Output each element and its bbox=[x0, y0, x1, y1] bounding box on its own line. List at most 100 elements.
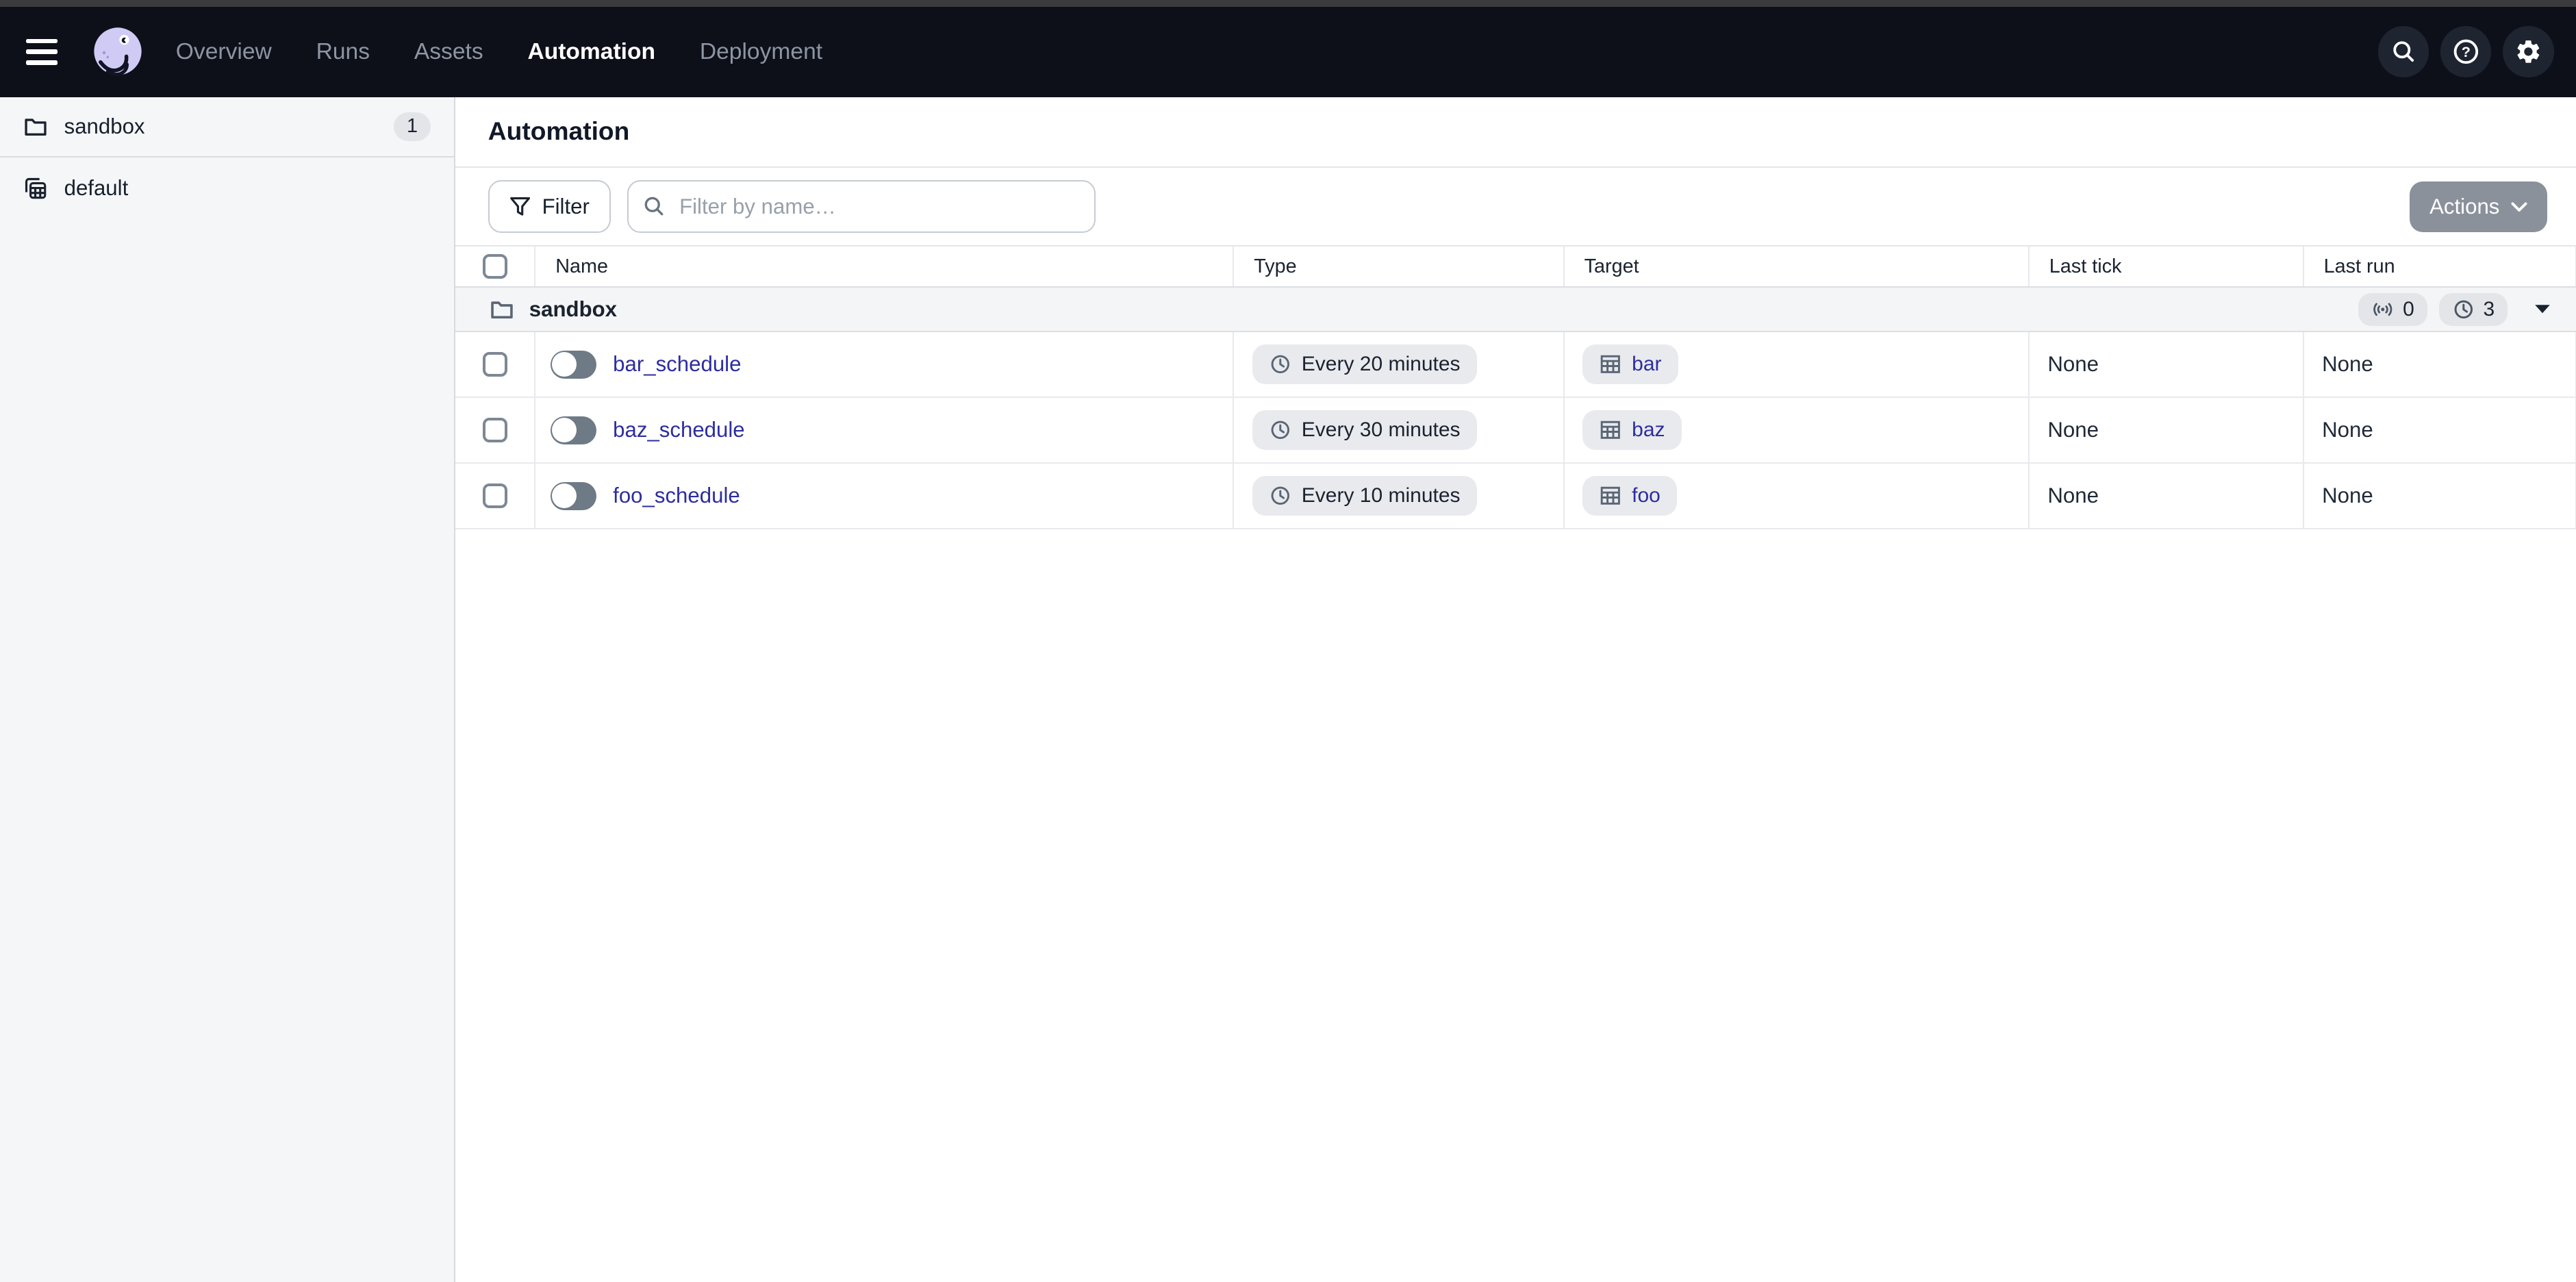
nav-link-assets[interactable]: Assets bbox=[414, 39, 483, 65]
name-cell: bar_schedule bbox=[535, 332, 1234, 397]
search-icon[interactable] bbox=[2378, 26, 2429, 77]
top-nav: Overview Runs Assets Automation Deployme… bbox=[0, 7, 2576, 97]
clock-icon bbox=[2452, 298, 2475, 321]
last-tick-cell: None bbox=[2030, 398, 2304, 462]
name-cell: foo_schedule bbox=[535, 464, 1234, 528]
app-window: Overview Runs Assets Automation Deployme… bbox=[0, 0, 2576, 1282]
schedule-link[interactable]: foo_schedule bbox=[613, 483, 740, 508]
last-run-cell: None bbox=[2304, 398, 2576, 462]
help-icon[interactable]: ? bbox=[2440, 26, 2491, 77]
folder-icon bbox=[23, 114, 48, 139]
target-label: foo bbox=[1632, 484, 1660, 507]
col-header-name: Name bbox=[535, 247, 1234, 286]
target-pill[interactable]: foo bbox=[1582, 476, 1677, 516]
schedule-type-label: Every 20 minutes bbox=[1302, 353, 1461, 376]
target-cell: foo bbox=[1565, 464, 2030, 528]
chevron-down-icon bbox=[2511, 202, 2527, 212]
schedule-toggle[interactable] bbox=[551, 351, 596, 379]
select-all-checkbox[interactable] bbox=[483, 254, 507, 279]
sidebar-item-default[interactable]: default bbox=[0, 158, 454, 218]
target-label: baz bbox=[1632, 418, 1665, 442]
table-icon bbox=[1599, 418, 1622, 442]
col-header-last-run: Last run bbox=[2304, 247, 2576, 286]
code-location-sidebar: sandbox 1 default bbox=[0, 97, 455, 1282]
sensor-count-badge: 0 bbox=[2358, 293, 2427, 326]
clock-icon bbox=[1269, 353, 1292, 376]
name-cell: baz_schedule bbox=[535, 398, 1234, 462]
row-checkbox[interactable] bbox=[483, 483, 507, 508]
nav-links: Overview Runs Assets Automation Deployme… bbox=[176, 39, 822, 65]
top-nav-actions: ? bbox=[2378, 26, 2554, 77]
group-row-sandbox: sandbox 0 bbox=[455, 286, 2576, 332]
row-checkbox-cell bbox=[455, 464, 536, 528]
schedule-count-badge: 3 bbox=[2439, 293, 2508, 326]
clock-icon bbox=[1269, 484, 1292, 507]
gear-icon[interactable] bbox=[2503, 26, 2553, 77]
toolbar: Filter Actions bbox=[455, 168, 2576, 247]
table-row: foo_schedule Every 10 minutes bbox=[455, 464, 2576, 529]
collapse-caret-icon[interactable] bbox=[2531, 301, 2554, 318]
target-cell: baz bbox=[1565, 398, 2030, 462]
filter-button-label: Filter bbox=[542, 194, 590, 219]
nav-link-deployment[interactable]: Deployment bbox=[700, 39, 822, 65]
last-run-value: None bbox=[2322, 418, 2373, 442]
last-tick-value: None bbox=[2047, 352, 2099, 377]
name-filter bbox=[627, 180, 1096, 233]
last-tick-cell: None bbox=[2030, 464, 2304, 528]
sidebar-item-label: sandbox bbox=[64, 114, 145, 139]
sidebar-item-sandbox[interactable]: sandbox 1 bbox=[0, 97, 454, 158]
last-run-cell: None bbox=[2304, 464, 2576, 528]
title-bar: Automation bbox=[455, 97, 2576, 168]
type-cell: Every 20 minutes bbox=[1234, 332, 1564, 397]
type-cell: Every 30 minutes bbox=[1234, 398, 1564, 462]
type-cell: Every 10 minutes bbox=[1234, 464, 1564, 528]
schedule-link[interactable]: baz_schedule bbox=[613, 418, 744, 442]
schedule-toggle[interactable] bbox=[551, 416, 596, 444]
target-pill[interactable]: baz bbox=[1582, 410, 1681, 450]
col-header-target: Target bbox=[1565, 247, 2030, 286]
table-row: baz_schedule Every 30 minutes bbox=[455, 398, 2576, 464]
schedule-type-pill[interactable]: Every 20 minutes bbox=[1252, 344, 1477, 384]
sensor-icon bbox=[2371, 298, 2395, 321]
sensor-count: 0 bbox=[2403, 298, 2414, 321]
schedule-type-pill[interactable]: Every 30 minutes bbox=[1252, 410, 1477, 450]
group-name: sandbox bbox=[529, 297, 617, 322]
name-filter-input[interactable] bbox=[627, 180, 1096, 233]
schedule-link[interactable]: bar_schedule bbox=[613, 352, 741, 377]
workspace-icon bbox=[23, 176, 48, 201]
schedule-type-pill[interactable]: Every 10 minutes bbox=[1252, 476, 1477, 516]
page-title: Automation bbox=[488, 116, 630, 145]
funnel-icon bbox=[509, 196, 531, 217]
schedule-count: 3 bbox=[2484, 298, 2495, 321]
target-label: bar bbox=[1632, 353, 1661, 376]
actions-button[interactable]: Actions bbox=[2410, 181, 2547, 232]
actions-button-label: Actions bbox=[2429, 194, 2499, 219]
main-panel: Automation Filter Actions bbox=[455, 97, 2576, 1282]
nav-link-automation[interactable]: Automation bbox=[527, 39, 655, 65]
table-row: bar_schedule Every 20 minutes bbox=[455, 332, 2576, 398]
schedule-type-label: Every 10 minutes bbox=[1302, 484, 1461, 507]
empty-area bbox=[455, 529, 2576, 1282]
col-header-type: Type bbox=[1234, 247, 1564, 286]
filter-button[interactable]: Filter bbox=[488, 180, 611, 233]
table-icon bbox=[1599, 353, 1622, 376]
nav-link-runs[interactable]: Runs bbox=[316, 39, 370, 65]
last-tick-value: None bbox=[2047, 483, 2099, 508]
last-run-cell: None bbox=[2304, 332, 2576, 397]
row-checkbox[interactable] bbox=[483, 352, 507, 377]
schedule-toggle[interactable] bbox=[551, 482, 596, 510]
last-run-value: None bbox=[2322, 352, 2373, 377]
last-tick-value: None bbox=[2047, 418, 2099, 442]
target-cell: bar bbox=[1565, 332, 2030, 397]
table-icon bbox=[1599, 484, 1622, 507]
menu-icon[interactable] bbox=[26, 32, 66, 72]
row-checkbox-cell bbox=[455, 332, 536, 397]
nav-link-overview[interactable]: Overview bbox=[176, 39, 272, 65]
folder-icon bbox=[490, 297, 514, 322]
header-checkbox-cell bbox=[455, 247, 536, 286]
table-header-row: Name Type Target Last tick Last run bbox=[455, 247, 2576, 286]
target-pill[interactable]: bar bbox=[1582, 344, 1678, 384]
dagster-logo[interactable] bbox=[89, 23, 147, 81]
row-checkbox[interactable] bbox=[483, 418, 507, 442]
clock-icon bbox=[1269, 418, 1292, 442]
